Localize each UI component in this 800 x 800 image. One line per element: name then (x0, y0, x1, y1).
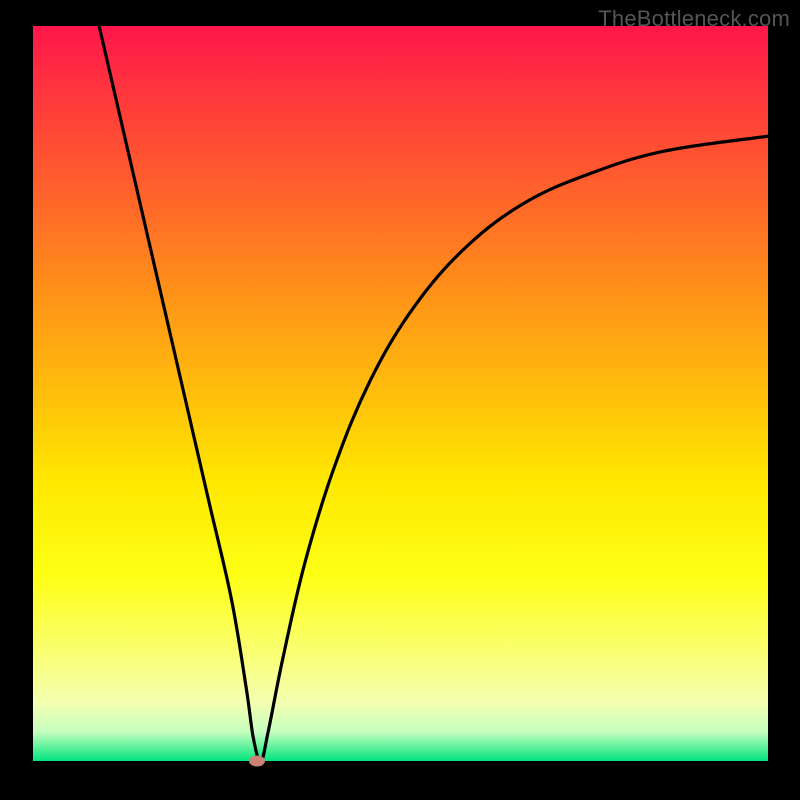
optimal-marker-icon (249, 756, 265, 767)
bottleneck-curve (33, 26, 768, 761)
chart-area (33, 26, 768, 761)
watermark-label: TheBottleneck.com (598, 6, 790, 32)
